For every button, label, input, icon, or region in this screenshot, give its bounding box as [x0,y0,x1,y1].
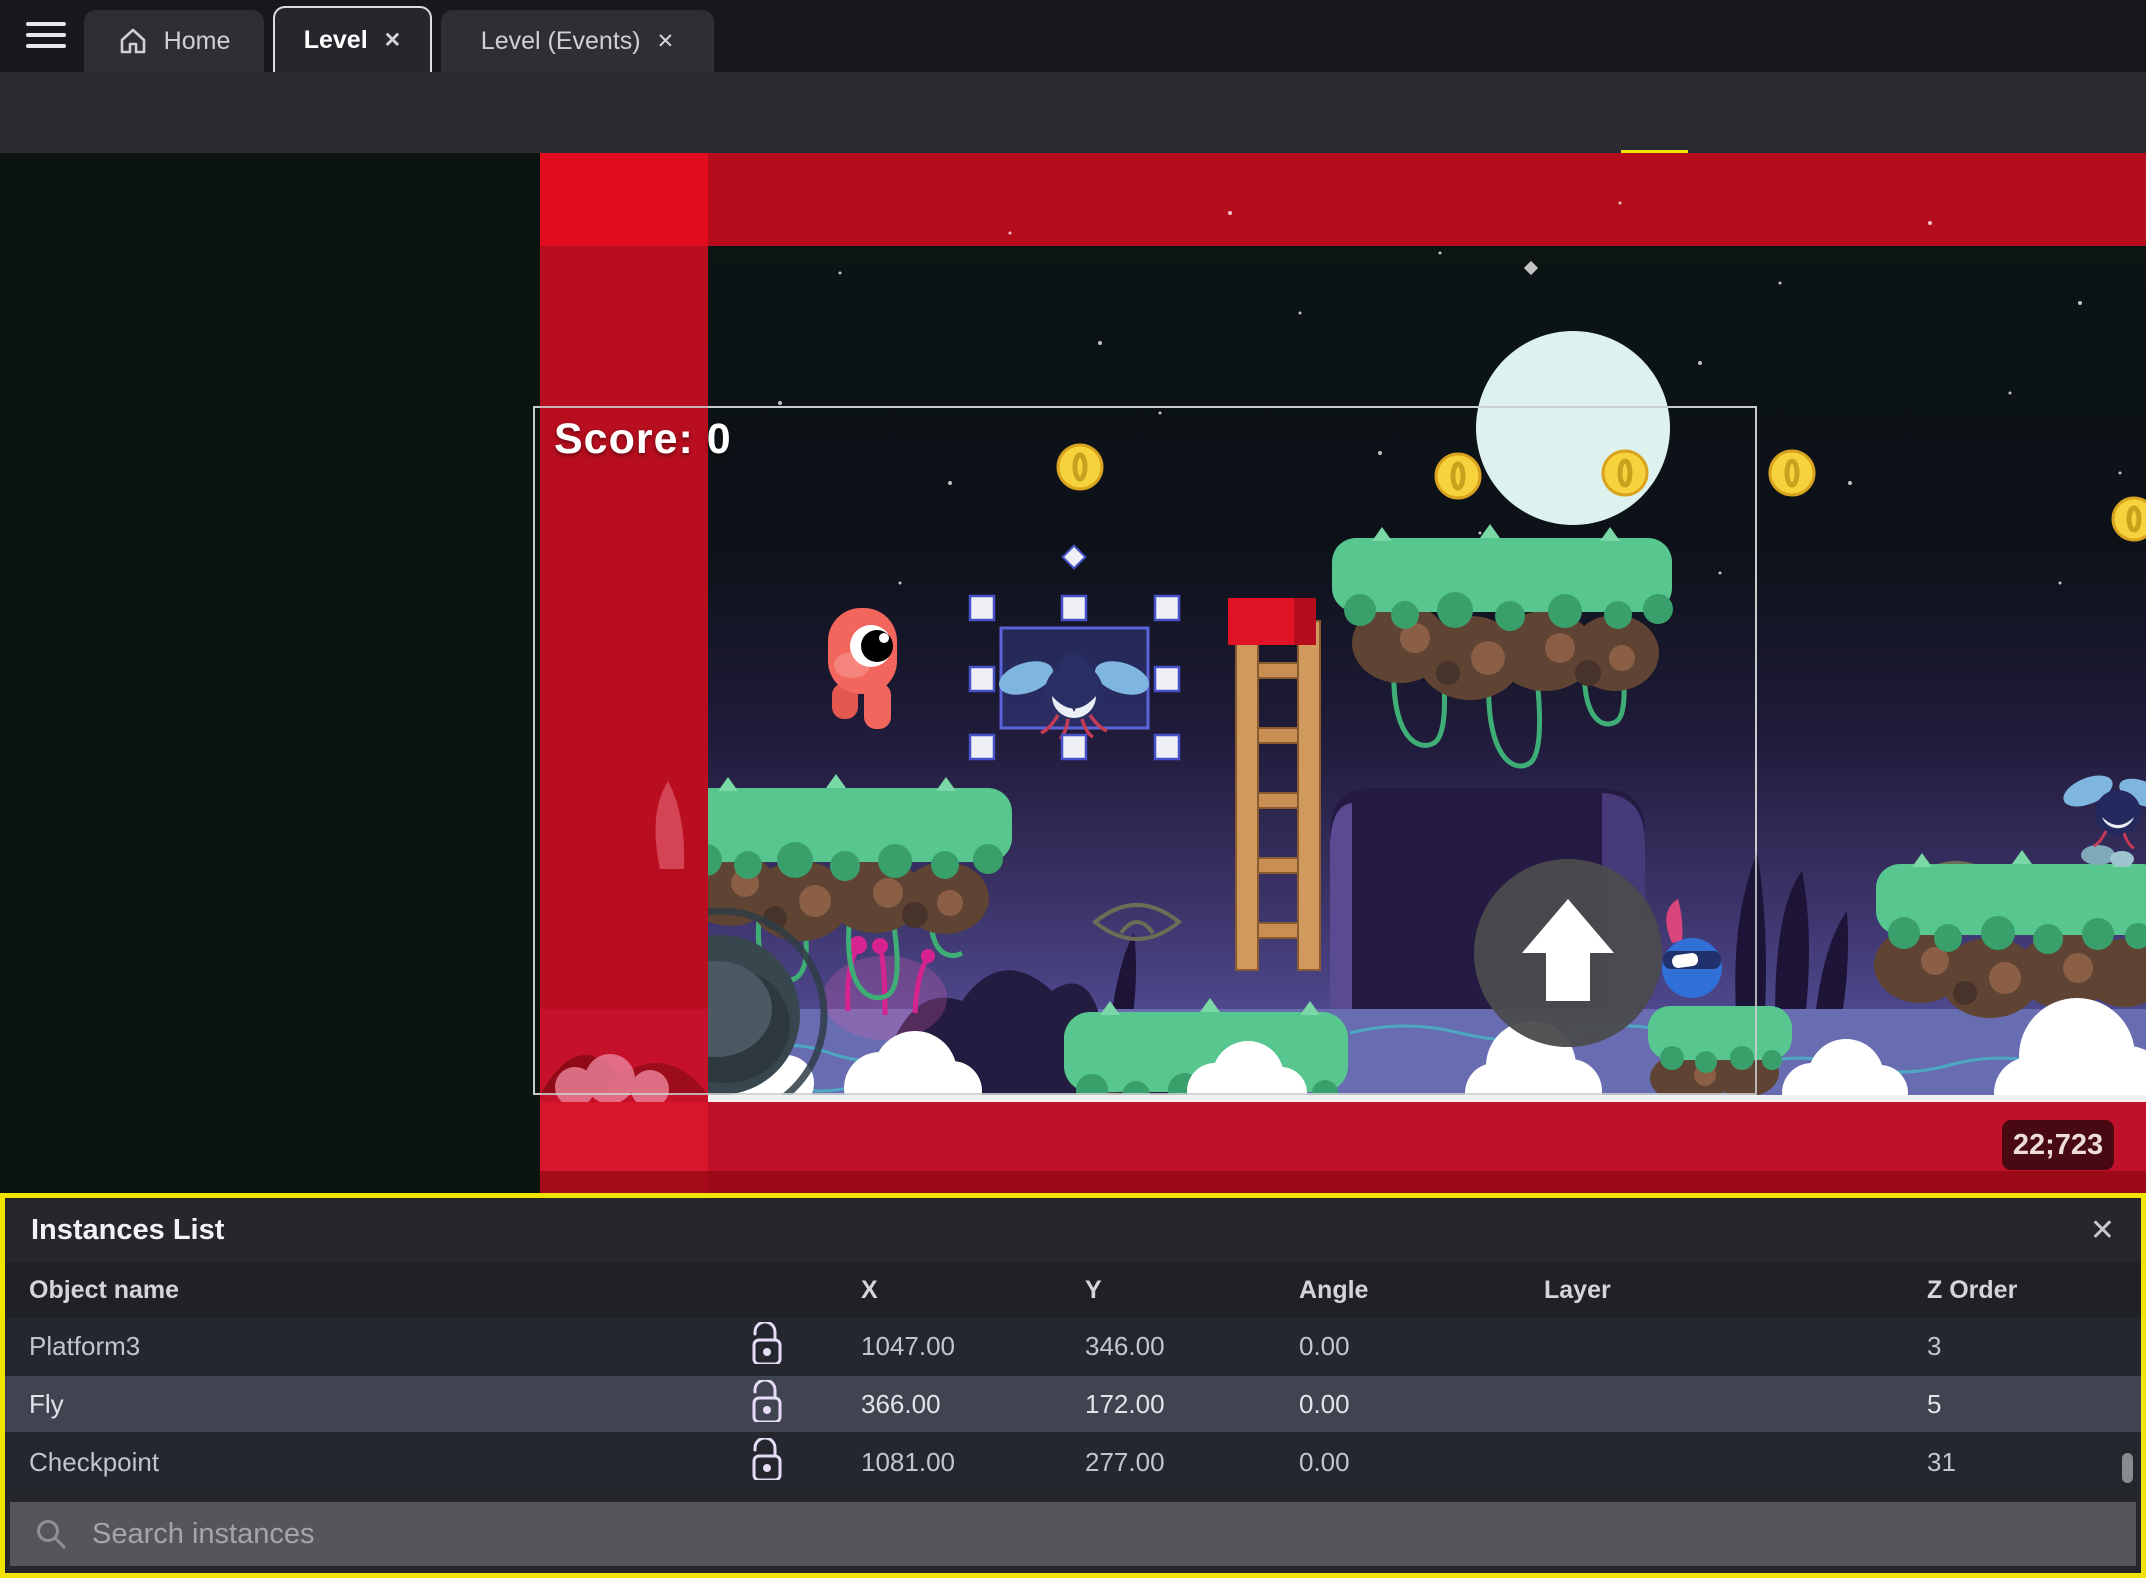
outside-scene-area [0,153,540,1193]
column-z-order: Z Order [1927,1275,2018,1304]
cell-angle[interactable]: 0.00 [1251,1389,1496,1420]
cell-y[interactable]: 277.00 [1041,1447,1251,1478]
instances-table-header: Object name X Y Angle Layer Z Order [5,1262,2141,1318]
stone-decoration [2081,845,2115,865]
scene-editor-canvas[interactable]: Score: 0 22;723 [0,153,2146,1193]
coin [1434,452,1482,500]
column-layer: Layer [1544,1275,1611,1304]
tab-level-close-icon[interactable]: ✕ [384,28,402,53]
column-y: Y [1085,1275,1102,1304]
score-hud-text: Score: 0 [554,415,732,463]
column-object-name: Object name [29,1275,180,1304]
tab-level-events-label: Level (Events) [480,26,641,55]
tab-level-events[interactable]: Level (Events) ✕ [441,10,714,72]
lock-open-icon[interactable] [721,1378,813,1429]
moon [1476,331,1670,525]
bottom-band [540,1102,2146,1171]
cell-object-name: Fly [29,1388,64,1419]
red-guide-stripe [540,153,708,1193]
ground-line [540,1095,2146,1102]
jump-button [1474,859,1662,1047]
lock-open-icon[interactable] [721,1320,813,1371]
cell-object-name: Checkpoint [29,1446,160,1477]
cell-angle[interactable]: 0.00 [1251,1447,1496,1478]
cell-x[interactable]: 366.00 [813,1389,1041,1420]
panel-close-icon[interactable]: ✕ [2090,1213,2115,1248]
panel-scrollbar-thumb[interactable] [2122,1453,2133,1483]
cell-z-order[interactable]: 31 [1879,1447,2141,1478]
tab-level-events-close-icon[interactable]: ✕ [657,29,675,54]
coin [1056,443,1104,491]
table-row-platform3[interactable]: Platform3 1047.00 346.00 0.00 3 [5,1318,2141,1376]
instances-list-panel: Instances List ✕ Object name X Y Angle L… [0,1193,2146,1578]
coin [1601,449,1649,497]
cell-y[interactable]: 346.00 [1041,1331,1251,1362]
table-row-checkpoint[interactable]: Checkpoint 1081.00 277.00 0.00 31 [5,1434,2141,1492]
toolbar: Preview Publish [0,72,2146,222]
cursor-coordinates-badge: 22;723 [2002,1120,2114,1170]
coin [1768,449,1816,497]
column-x: X [861,1275,878,1304]
tab-home-label: Home [163,26,231,55]
selected-fly-instance [998,626,1150,741]
cell-z-order[interactable]: 3 [1879,1331,2141,1362]
platform-right [1874,845,2146,1018]
table-row-fly-selected[interactable]: Fly 366.00 172.00 0.00 5 [5,1376,2141,1434]
scene-art [0,153,2146,1193]
stone-decoration [2110,851,2134,867]
tab-home[interactable]: Home [84,10,264,72]
cell-object-name: Platform3 [29,1330,141,1361]
menu-icon[interactable] [26,22,66,50]
home-icon [120,28,145,54]
coin [2111,496,2146,542]
tab-level-active[interactable]: Level ✕ [273,6,432,72]
cell-x[interactable]: 1081.00 [813,1447,1041,1478]
instances-search-bar [10,1502,2136,1566]
tab-bar: Home Level ✕ Level (Events) ✕ [0,0,2146,72]
cell-angle[interactable]: 0.00 [1251,1331,1496,1362]
search-icon [37,1520,66,1549]
panel-title: Instances List [31,1213,225,1246]
cell-y[interactable]: 172.00 [1041,1389,1251,1420]
top-guide-band [540,153,2146,246]
tab-level-label: Level [303,25,368,54]
column-angle: Angle [1299,1275,1369,1304]
search-instances-input[interactable] [92,1517,2136,1551]
lock-open-icon[interactable] [721,1436,813,1487]
bottom-dark-band [540,1171,2146,1193]
cell-z-order[interactable]: 5 [1879,1389,2141,1420]
cell-x[interactable]: 1047.00 [813,1331,1041,1362]
